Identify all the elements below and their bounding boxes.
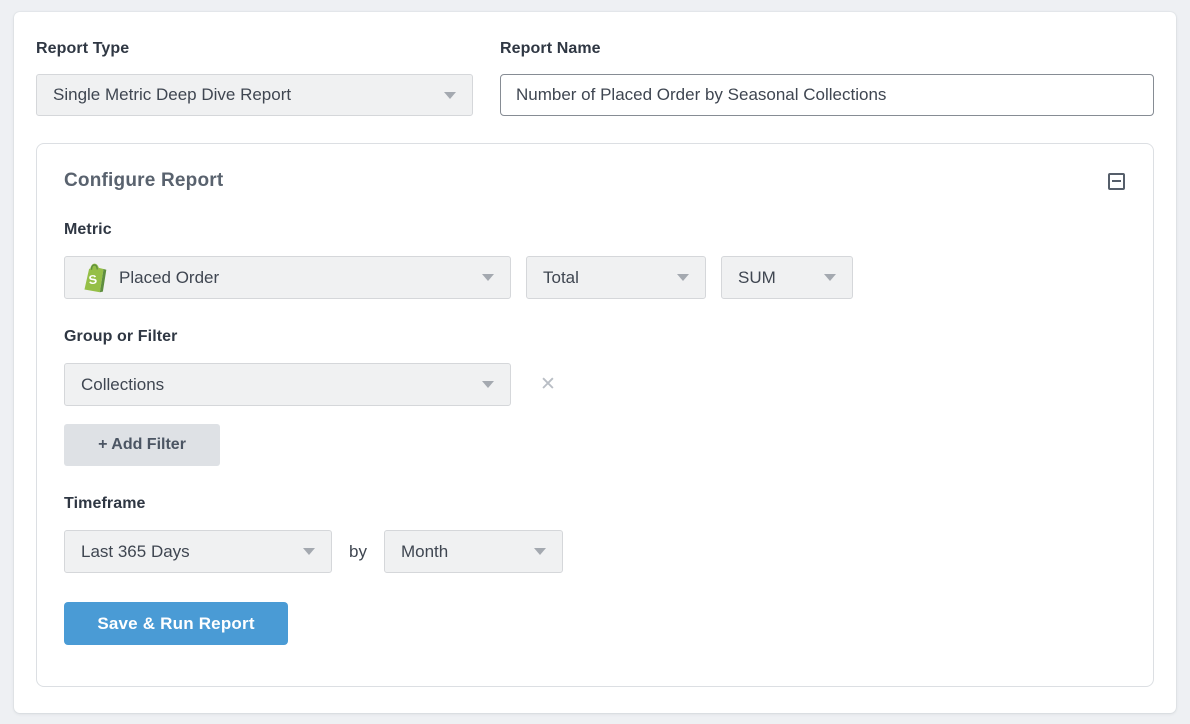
timeframe-interval-value: Month bbox=[401, 542, 448, 562]
aggregation-select-value: SUM bbox=[738, 268, 776, 288]
collapse-panel-button[interactable] bbox=[1106, 171, 1126, 191]
timeframe-range-value: Last 365 Days bbox=[81, 542, 190, 562]
metric-select-value: Placed Order bbox=[119, 268, 219, 288]
metric-row: S Placed Order Total SUM bbox=[64, 256, 1126, 299]
shopify-icon: S bbox=[81, 263, 107, 293]
remove-group-icon[interactable]: ✕ bbox=[540, 375, 556, 394]
report-header-row: Report Type Single Metric Deep Dive Repo… bbox=[36, 40, 1154, 116]
group-or-filter-label: Group or Filter bbox=[64, 328, 1126, 346]
report-name-field: Report Name bbox=[500, 40, 1154, 116]
chevron-down-icon bbox=[677, 274, 689, 281]
measurement-select[interactable]: Total bbox=[526, 256, 706, 299]
group-select[interactable]: Collections bbox=[64, 363, 511, 406]
chevron-down-icon bbox=[303, 548, 315, 555]
chevron-down-icon bbox=[824, 274, 836, 281]
report-builder-card: Report Type Single Metric Deep Dive Repo… bbox=[14, 12, 1176, 713]
configure-report-panel: Configure Report Metric S Placed Order T… bbox=[36, 143, 1154, 687]
timeframe-interval-select[interactable]: Month bbox=[384, 530, 563, 573]
minus-square-icon bbox=[1108, 173, 1125, 190]
group-or-filter-row: Collections ✕ bbox=[64, 363, 1126, 406]
by-connector-text: by bbox=[349, 542, 367, 562]
timeframe-row: Last 365 Days by Month bbox=[64, 530, 1126, 573]
save-run-report-button[interactable]: Save & Run Report bbox=[64, 602, 288, 645]
chevron-down-icon bbox=[444, 92, 456, 99]
report-type-label: Report Type bbox=[36, 40, 473, 58]
group-select-value: Collections bbox=[81, 375, 164, 395]
report-type-value: Single Metric Deep Dive Report bbox=[53, 85, 291, 105]
report-name-label: Report Name bbox=[500, 40, 1154, 58]
chevron-down-icon bbox=[482, 274, 494, 281]
chevron-down-icon bbox=[534, 548, 546, 555]
add-filter-button[interactable]: + Add Filter bbox=[64, 424, 220, 466]
aggregation-select[interactable]: SUM bbox=[721, 256, 853, 299]
configure-report-title: Configure Report bbox=[64, 170, 223, 192]
timeframe-range-select[interactable]: Last 365 Days bbox=[64, 530, 332, 573]
report-name-input[interactable] bbox=[500, 74, 1154, 116]
chevron-down-icon bbox=[482, 381, 494, 388]
svg-text:S: S bbox=[88, 272, 98, 287]
report-type-field: Report Type Single Metric Deep Dive Repo… bbox=[36, 40, 473, 116]
metric-label: Metric bbox=[64, 221, 1126, 239]
metric-select[interactable]: S Placed Order bbox=[64, 256, 511, 299]
timeframe-label: Timeframe bbox=[64, 495, 1126, 513]
measurement-select-value: Total bbox=[543, 268, 579, 288]
configure-report-header: Configure Report bbox=[64, 170, 1126, 192]
report-type-select[interactable]: Single Metric Deep Dive Report bbox=[36, 74, 473, 116]
